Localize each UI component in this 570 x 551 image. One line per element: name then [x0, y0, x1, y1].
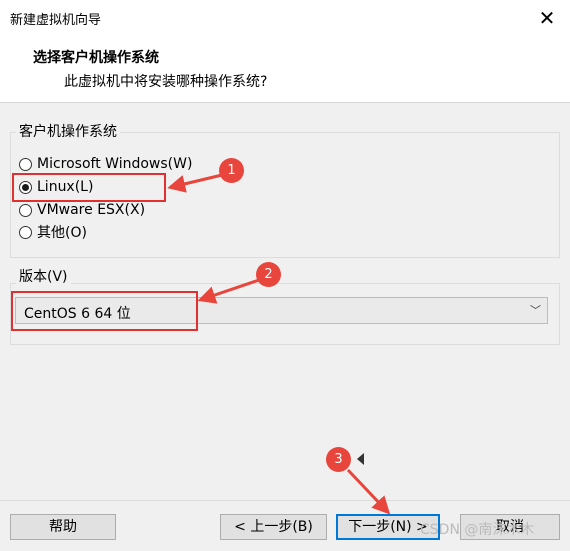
highlight-box-version — [11, 291, 198, 331]
page-title: 选择客户机操作系统 — [33, 50, 159, 66]
annotation-badge-3: 3 — [326, 447, 351, 472]
radio-other[interactable]: 其他(O) — [19, 222, 87, 242]
radio-button[interactable] — [19, 157, 32, 171]
mouse-cursor-icon — [357, 453, 364, 465]
close-icon[interactable]: ✕ — [534, 5, 560, 31]
annotation-badge-2: 2 — [256, 262, 281, 287]
title-bar: 新建虚拟机向导 ✕ — [0, 0, 570, 34]
radio-label: VMware ESX(X) — [37, 202, 146, 218]
radio-label: Microsoft Windows(W) — [37, 156, 193, 172]
annotation-badge-1: 1 — [219, 158, 244, 183]
help-button[interactable]: 帮助 — [10, 514, 116, 540]
page-subtitle: 此虚拟机中将安装哪种操作系统? — [64, 74, 268, 90]
highlight-box-linux — [12, 173, 166, 202]
wizard-header: 选择客户机操作系统 此虚拟机中将安装哪种操作系统? — [0, 34, 570, 103]
radio-windows[interactable]: Microsoft Windows(W) — [19, 154, 192, 174]
radio-button[interactable] — [19, 225, 32, 239]
window-title: 新建虚拟机向导 — [10, 13, 102, 28]
arrow-3 — [346, 468, 391, 515]
guest-os-group-label: 客户机操作系统 — [16, 121, 120, 141]
chevron-down-icon[interactable]: ﹀ — [530, 302, 541, 318]
version-group-label: 版本(V) — [16, 266, 71, 286]
radio-button[interactable] — [19, 203, 32, 217]
divider — [0, 500, 570, 501]
radio-vmware-esx[interactable]: VMware ESX(X) — [19, 200, 145, 220]
radio-label: 其他(O) — [37, 225, 87, 241]
watermark: CSDN @南沫木木 — [420, 522, 535, 538]
back-button[interactable]: < 上一步(B) — [220, 514, 327, 540]
